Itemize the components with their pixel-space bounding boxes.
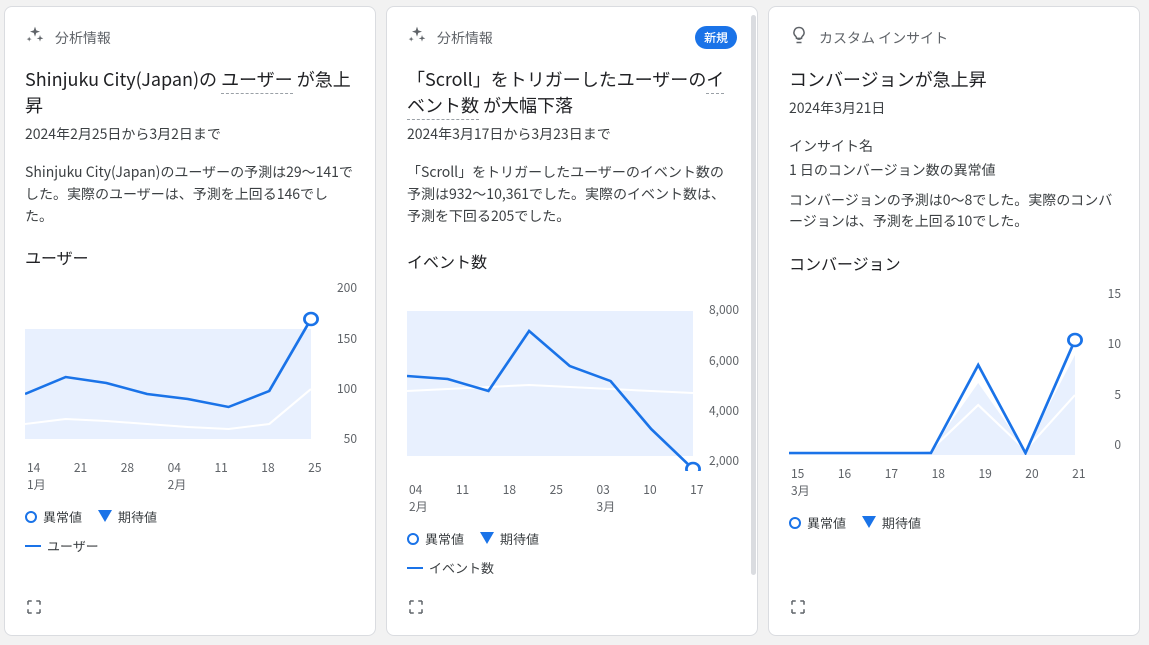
x-axis-ticks: 04111825031017 (407, 479, 737, 498)
chart-metric-title: ユーザー (25, 245, 355, 269)
chart-legend-series: イベント数 (407, 558, 737, 577)
insight-title: Shinjuku City(Japan)の ユーザー が急上昇 (25, 66, 355, 118)
insight-card[interactable]: 分析情報 新規 「Scroll」をトリガーしたユーザーのイベント数 が大幅下落 … (386, 6, 758, 636)
lightbulb-icon (789, 25, 809, 50)
y-axis: 151050 (1108, 285, 1121, 455)
y-axis: 8,0006,0004,0002,000 (709, 301, 739, 471)
insight-name-label: インサイト名 (789, 136, 1119, 156)
new-badge: 新規 (695, 26, 737, 49)
sparkle-icon (25, 25, 45, 50)
anomaly-marker-icon (407, 533, 419, 545)
chart-metric-title: コンバージョン (789, 251, 1119, 275)
chart-metric-title: イベント数 (407, 249, 737, 273)
date-range: 2024年2月25日から3月2日まで (25, 124, 355, 144)
chart-legend: 異常値 期待値 (25, 507, 355, 526)
x-axis-months: 1月2月 (25, 476, 355, 493)
expected-marker-icon (480, 532, 494, 544)
scrollbar[interactable] (751, 11, 756, 631)
series-line-icon (25, 545, 41, 547)
anomaly-marker-icon (789, 517, 801, 529)
chart-legend-series: ユーザー (25, 536, 355, 555)
chart-legend: 異常値 期待値 (407, 529, 737, 548)
insight-body: Shinjuku City(Japan)のユーザーの予測は29～141でした。実… (25, 162, 355, 227)
expand-icon[interactable] (25, 598, 43, 621)
expand-icon[interactable] (407, 598, 425, 621)
chart: 8,0006,0004,0002,000 (407, 301, 737, 471)
chart: 151050 (789, 285, 1119, 455)
date-range: 2024年3月21日 (789, 98, 1119, 118)
date-range: 2024年3月17日から3月23日まで (407, 124, 737, 144)
chart: 20015010050 (25, 279, 355, 449)
sparkle-icon (407, 25, 427, 50)
x-axis-months: 3月 (789, 482, 1119, 499)
header-label: カスタム インサイト (819, 28, 948, 48)
insight-title: 「Scroll」をトリガーしたユーザーのイベント数 が大幅下落 (407, 66, 737, 118)
insight-body: 「Scroll」をトリガーしたユーザーのイベント数の予測は932～10,361で… (407, 162, 737, 227)
insight-title: コンバージョンが急上昇 (789, 66, 1119, 92)
insight-body: コンバージョンの予測は0～8でした。実際のコンバージョンは、予測を上回る10でし… (789, 190, 1119, 233)
header-label: 分析情報 (55, 28, 111, 48)
chart-legend: 異常値 期待値 (789, 513, 1119, 532)
x-axis-ticks: 14212804111825 (25, 457, 355, 476)
insight-card[interactable]: カスタム インサイト コンバージョンが急上昇 2024年3月21日 インサイト名… (768, 6, 1140, 636)
scrollbar-thumb[interactable] (751, 15, 756, 575)
expand-icon[interactable] (789, 598, 807, 621)
x-axis-months: 2月3月 (407, 498, 737, 515)
y-axis: 20015010050 (337, 279, 357, 449)
insight-card[interactable]: 分析情報 Shinjuku City(Japan)の ユーザー が急上昇 202… (4, 6, 376, 636)
x-axis-ticks: 15161718192021 (789, 463, 1119, 482)
expected-marker-icon (862, 516, 876, 528)
anomaly-marker-icon (25, 511, 37, 523)
expected-marker-icon (98, 510, 112, 522)
header-label: 分析情報 (437, 28, 493, 48)
insight-name: 1 日のコンバージョン数の異常値 (789, 160, 1119, 182)
metric-link[interactable]: ユーザー (221, 66, 293, 94)
series-line-icon (407, 567, 423, 569)
